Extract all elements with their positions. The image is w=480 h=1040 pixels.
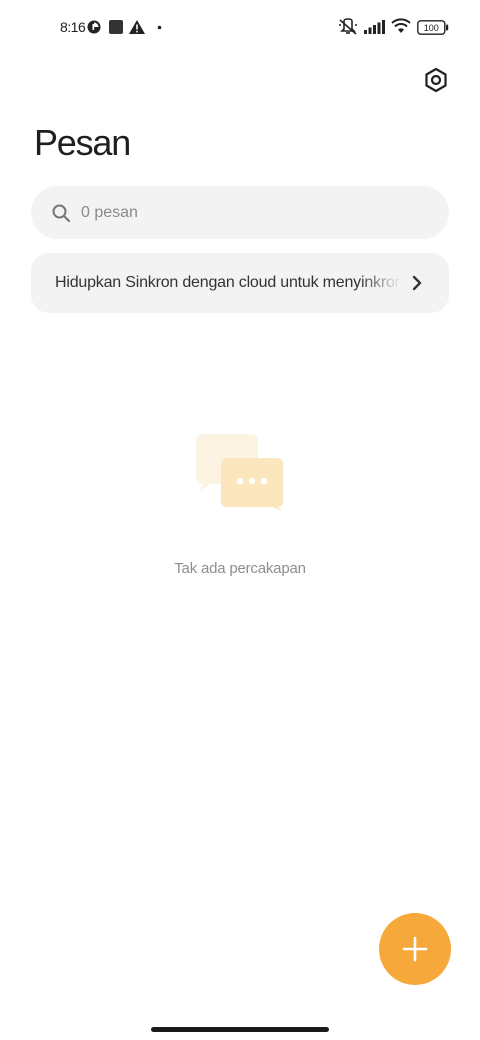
- settings-button[interactable]: [420, 64, 452, 96]
- battery-icon: 100: [417, 20, 449, 35]
- battery-level: 100: [424, 23, 439, 33]
- vibrate-off-icon: [339, 18, 357, 35]
- plus-icon: [402, 936, 428, 962]
- wifi-icon: [391, 18, 411, 33]
- new-message-button[interactable]: [379, 913, 451, 985]
- data-saver-icon: [87, 20, 101, 34]
- empty-state-text: Tak ada percakapan: [174, 560, 306, 577]
- chevron-right-icon[interactable]: [408, 274, 426, 292]
- messages-screen: 8:16 100 Pesan 0 pesan Hidupkan Sinkron …: [0, 0, 480, 1040]
- dot-icon: [157, 25, 162, 30]
- search-bar[interactable]: [31, 186, 449, 239]
- home-indicator[interactable]: [151, 1027, 329, 1032]
- chat-bubbles-icon: [196, 434, 283, 511]
- cloud-sync-banner[interactable]: Hidupkan Sinkron dengan cloud untuk meny…: [31, 253, 449, 313]
- search-input[interactable]: [81, 186, 431, 239]
- status-bar: 8:16 100: [0, 0, 480, 56]
- status-time: 8:16: [60, 19, 86, 35]
- square-notification-icon: [109, 20, 123, 34]
- cloud-sync-text: Hidupkan Sinkron dengan cloud untuk meny…: [55, 274, 401, 291]
- search-icon: [52, 204, 71, 223]
- warning-icon: [129, 20, 145, 34]
- page-title: Pesan: [34, 122, 131, 163]
- settings-hexagon-icon: [425, 67, 447, 93]
- signal-icon: [364, 20, 385, 34]
